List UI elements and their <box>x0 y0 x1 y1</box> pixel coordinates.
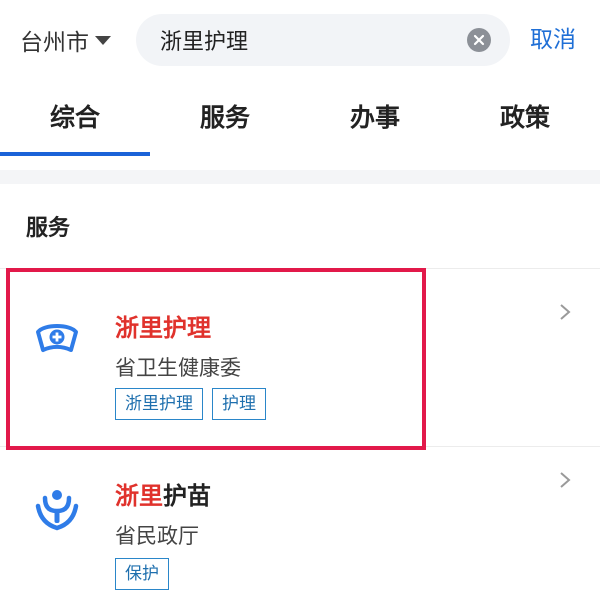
caret-down-icon <box>95 35 111 45</box>
chevron-right-icon <box>560 304 571 320</box>
tag-list: 浙里护理 护理 <box>115 388 266 420</box>
result-title-highlight: 浙里护理 <box>115 314 211 342</box>
child-protection-icon <box>35 490 79 531</box>
result-title: 浙里护苗 <box>115 476 211 511</box>
nurse-cap-icon <box>36 324 78 352</box>
result-title-rest: 护苗 <box>163 482 211 510</box>
search-header: 台州市 取消 <box>0 0 600 80</box>
section-title: 服务 <box>26 216 71 241</box>
divider <box>0 268 600 269</box>
tab-affairs[interactable]: 办事 <box>300 82 450 154</box>
tag-list: 保护 <box>115 558 169 590</box>
result-department: 省民政厅 <box>115 524 199 548</box>
result-item-child-protection[interactable]: 浙里护苗 省民政厅 保护 <box>0 448 600 613</box>
clear-icon[interactable] <box>467 28 491 52</box>
result-item-nursing[interactable]: 浙里护理 省卫生健康委 浙里护理 护理 <box>0 270 600 440</box>
tag[interactable]: 护理 <box>212 388 266 420</box>
result-title-highlight: 浙里 <box>115 482 163 510</box>
tab-policies[interactable]: 政策 <box>450 82 600 154</box>
tag[interactable]: 浙里护理 <box>115 388 203 420</box>
section-divider <box>0 170 600 184</box>
tag[interactable]: 保护 <box>115 558 169 590</box>
search-box[interactable] <box>136 14 510 66</box>
tab-comprehensive[interactable]: 综合 <box>0 82 150 156</box>
search-input[interactable] <box>160 22 460 58</box>
city-label: 台州市 <box>20 30 89 56</box>
divider <box>0 446 600 447</box>
tab-services[interactable]: 服务 <box>150 82 300 154</box>
result-title: 浙里护理 <box>115 308 211 343</box>
tab-bar: 综合 服务 办事 政策 <box>0 82 600 158</box>
chevron-right-icon <box>560 472 571 488</box>
cancel-button[interactable]: 取消 <box>530 22 576 58</box>
result-department: 省卫生健康委 <box>115 356 241 380</box>
city-selector[interactable]: 台州市 <box>20 22 111 58</box>
